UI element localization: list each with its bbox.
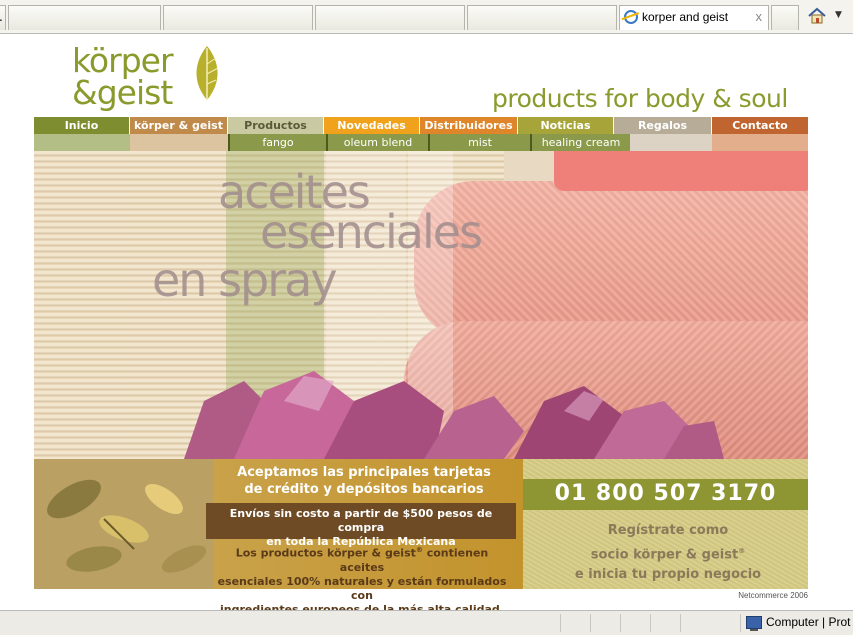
nav-distribuidores[interactable]: Distribuidores (420, 117, 518, 134)
register-partner-link[interactable]: Regístrate como socio körper & geist® e … (543, 521, 793, 585)
status-divider (620, 614, 621, 632)
subnav-spacer (630, 134, 712, 151)
leaf-icon (196, 46, 219, 100)
tagline: products for body & soul (492, 84, 788, 113)
browser-status-bar: Computer | Prot (0, 610, 853, 635)
browser-tab[interactable] (8, 5, 161, 30)
hero-heading-line-3: en spray (152, 253, 338, 307)
subnav-healing-cream[interactable]: healing cream (530, 134, 630, 151)
registered-mark: ® (738, 547, 746, 555)
payment-headline-line-1: Aceptamos las principales tarjetas (237, 465, 491, 480)
signup-panel[interactable]: 01 800 507 3170 Regístrate como socio kö… (523, 459, 808, 589)
status-divider (740, 614, 741, 632)
hero-banner: aceites esenciales en spray (34, 151, 808, 459)
main-nav: Inicio körper & geist Productos Novedade… (34, 117, 808, 134)
towel-image (554, 151, 808, 191)
browser-tab[interactable] (163, 5, 313, 30)
browser-tab[interactable] (467, 5, 617, 30)
home-icon (808, 7, 826, 24)
registered-mark: ® (415, 546, 423, 554)
subnav-mist[interactable]: mist (428, 134, 530, 151)
nav-regalos[interactable]: Regalos (614, 117, 712, 134)
products-description: Los productos körper & geist® contienen … (212, 543, 512, 617)
subnav-fango[interactable]: fango (228, 134, 326, 151)
security-zone[interactable]: Computer | Prot (746, 615, 851, 632)
phone-number: 01 800 507 3170 (554, 481, 777, 506)
subnav-spacer (712, 134, 808, 151)
footer-credit[interactable]: Netcommerce 2006 (700, 591, 808, 600)
register-line-2: socio körper & geist® (543, 541, 793, 565)
browser-tab[interactable]: . (0, 5, 6, 30)
subnav-spacer (34, 134, 130, 151)
register-line-2a: socio körper & geist (590, 547, 739, 563)
hero-heading-line-2: esenciales (260, 205, 483, 259)
payment-headline: Aceptamos las principales tarjetas de cr… (214, 464, 514, 498)
nav-productos[interactable]: Productos (228, 117, 324, 134)
payment-headline-line-2: de crédito y depósitos bancarios (244, 482, 484, 497)
nav-contacto[interactable]: Contacto (712, 117, 808, 134)
home-dropdown-arrow[interactable]: ▼ (835, 10, 842, 20)
subnav-oleum-blend[interactable]: oleum blend (326, 134, 428, 151)
computer-icon (746, 616, 762, 632)
crystals-image (184, 371, 724, 459)
subnav-spacer (130, 134, 228, 151)
tab-title: korper and geist (642, 10, 729, 24)
mint-leaves-image (34, 459, 214, 589)
ie-icon (624, 10, 638, 24)
shipping-notice: Envíos sin costo a partir de $500 pesos … (206, 503, 516, 548)
products-description-line-1: Los productos körper & geist® contienen … (212, 543, 512, 575)
sub-nav: fango oleum blend mist healing cream (34, 134, 808, 151)
tab-overflow-label: . (0, 10, 3, 24)
shipping-line-1: Envíos sin costo a partir de $500 pesos … (229, 507, 493, 534)
security-zone-label: Computer | Prot (766, 615, 851, 629)
close-tab-icon[interactable]: x (756, 9, 763, 24)
new-tab-button[interactable] (771, 5, 799, 30)
products-description-line-2: esenciales 100% naturales y están formul… (217, 574, 507, 602)
nav-novedades[interactable]: Novedades (324, 117, 420, 134)
logo[interactable]: körper &geist (72, 44, 174, 112)
products-description-line-1a: Los productos körper & geist (235, 546, 416, 560)
nav-noticias[interactable]: Noticias (518, 117, 614, 134)
status-divider (590, 614, 591, 632)
status-divider (560, 614, 561, 632)
logo-line-2: &geist (72, 73, 173, 112)
register-line-1: Regístrate como (607, 523, 729, 538)
home-button[interactable] (806, 5, 828, 27)
browser-tab-bar: . korper and geist x ▼ (0, 0, 853, 34)
payment-promo: Aceptamos las principales tarjetas de cr… (34, 459, 523, 616)
nav-korper-geist[interactable]: körper & geist (130, 117, 228, 134)
nav-inicio[interactable]: Inicio (34, 117, 130, 134)
register-line-3: e inicia tu propio negocio (574, 567, 762, 583)
browser-tab-active[interactable]: korper and geist x (619, 5, 769, 30)
browser-tab[interactable] (315, 5, 465, 30)
status-divider (680, 614, 681, 632)
status-divider (650, 614, 651, 632)
